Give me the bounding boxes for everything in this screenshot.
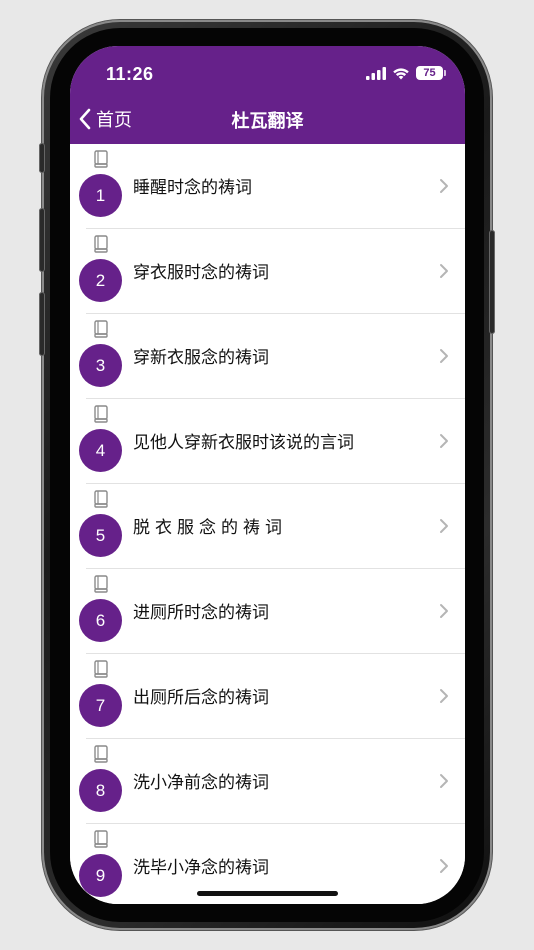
chevron-right-icon: [440, 519, 448, 533]
wifi-icon: [393, 67, 409, 79]
chevron-right-icon: [440, 604, 448, 618]
volume-up-button: [39, 208, 45, 272]
item-title: 出厕所后念的祷词: [133, 688, 269, 708]
battery-icon: 75: [416, 66, 446, 80]
volume-down-button: [39, 292, 45, 356]
item-number-badge: 6: [79, 599, 122, 642]
app-screen: 11:26 75 首页 杜瓦翻译 1 睡醒时念的祷词 2 穿衣服时念的祷词 3 …: [70, 46, 465, 904]
book-icon: [94, 150, 108, 168]
book-icon: [94, 490, 108, 508]
chevron-right-icon: [440, 859, 448, 873]
signal-icon: [366, 66, 386, 80]
book-icon: [94, 235, 108, 253]
item-title: 进厕所时念的祷词: [133, 603, 269, 623]
book-icon: [94, 320, 108, 338]
item-number-badge: 9: [79, 854, 122, 897]
chevron-right-icon: [440, 689, 448, 703]
book-icon: [94, 405, 108, 423]
item-title: 洗毕小净念的祷词: [133, 858, 269, 878]
list-item[interactable]: 5 脱衣服念的祷词: [70, 484, 465, 569]
chevron-right-icon: [440, 434, 448, 448]
item-number-badge: 3: [79, 344, 122, 387]
item-number-badge: 2: [79, 259, 122, 302]
list-item[interactable]: 6 进厕所时念的祷词: [70, 569, 465, 654]
item-number-badge: 4: [79, 429, 122, 472]
chevron-right-icon: [440, 264, 448, 278]
item-number-badge: 7: [79, 684, 122, 727]
list-item[interactable]: 3 穿新衣服念的祷词: [70, 314, 465, 399]
power-button: [489, 230, 495, 334]
list-item[interactable]: 2 穿衣服时念的祷词: [70, 229, 465, 314]
item-number-badge: 5: [79, 514, 122, 557]
home-indicator[interactable]: [197, 891, 338, 896]
chevron-right-icon: [440, 179, 448, 193]
item-title: 穿新衣服念的祷词: [133, 348, 269, 368]
status-icons: 75: [366, 66, 446, 80]
list-item[interactable]: 7 出厕所后念的祷词: [70, 654, 465, 739]
chevron-right-icon: [440, 349, 448, 363]
item-number-badge: 8: [79, 769, 122, 812]
stage: 11:26 75 首页 杜瓦翻译 1 睡醒时念的祷词 2 穿衣服时念的祷词 3 …: [0, 0, 534, 950]
list-item[interactable]: 1 睡醒时念的祷词: [70, 144, 465, 229]
mute-switch: [39, 143, 45, 173]
status-time: 11:26: [106, 64, 154, 84]
book-icon: [94, 575, 108, 593]
prayer-list: 1 睡醒时念的祷词 2 穿衣服时念的祷词 3 穿新衣服念的祷词 4 见他人穿新衣…: [70, 144, 465, 904]
item-title: 脱衣服念的祷词: [133, 518, 287, 538]
list-item[interactable]: 4 见他人穿新衣服时该说的言词: [70, 399, 465, 484]
app-header: 11:26 75 首页 杜瓦翻译: [70, 46, 465, 144]
book-icon: [94, 745, 108, 763]
item-number-badge: 1: [79, 174, 122, 217]
book-icon: [94, 660, 108, 678]
item-title: 穿衣服时念的祷词: [133, 263, 269, 283]
item-title: 见他人穿新衣服时该说的言词: [133, 433, 354, 453]
page-title: 杜瓦翻译: [231, 111, 304, 132]
item-title: 睡醒时念的祷词: [133, 178, 252, 198]
book-icon: [94, 830, 108, 848]
chevron-right-icon: [440, 774, 448, 788]
item-title: 洗小净前念的祷词: [133, 773, 269, 793]
list-item[interactable]: 8 洗小净前念的祷词: [70, 739, 465, 824]
